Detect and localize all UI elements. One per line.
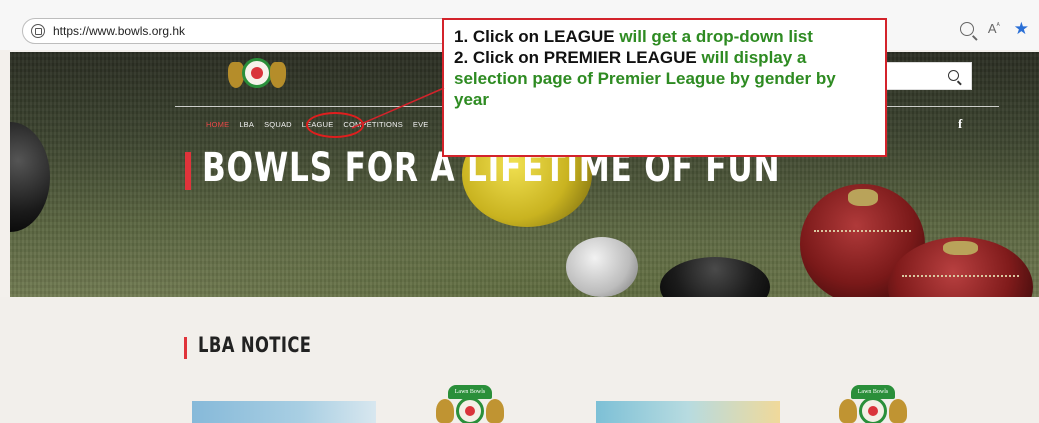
jack-white	[566, 237, 638, 297]
read-aloud-label: A	[987, 21, 997, 36]
nav-home[interactable]: HOME	[206, 120, 229, 129]
instruction-step-2: 2. Click on PREMIER LEAGUE will display …	[454, 48, 836, 109]
page: https://www.bowls.org.hk Aᴬ ★ HOME LBA S…	[0, 0, 1039, 423]
nav-squad[interactable]: SQUAD	[264, 120, 292, 129]
search-icon[interactable]	[948, 70, 959, 81]
instruction-step-1: 1. Click on LEAGUE will get a drop-down …	[454, 27, 813, 46]
notice-card-1[interactable]	[192, 401, 376, 423]
star-icon[interactable]: ★	[1014, 20, 1029, 37]
logo-text: Lawn Bowls	[448, 385, 492, 399]
notice-card-2-logo[interactable]: Lawn Bowls	[430, 385, 510, 423]
address-bar-actions: Aᴬ ★	[959, 20, 1029, 37]
notice-accent-bar	[184, 337, 187, 359]
nav-lba[interactable]: LBA	[239, 120, 254, 129]
logo-text: Lawn Bowls	[851, 385, 895, 399]
notice-card-3[interactable]	[596, 401, 780, 423]
notice-card-4-logo[interactable]: Lawn Bowls	[833, 385, 913, 423]
hero-accent-bar	[185, 152, 191, 190]
facebook-icon[interactable]: f	[958, 116, 962, 132]
zoom-icon[interactable]	[959, 21, 974, 36]
search-input[interactable]	[882, 62, 972, 90]
league-highlight-circle	[306, 112, 364, 138]
read-aloud-icon[interactable]: Aᴬ	[988, 21, 1000, 36]
site-info-icon[interactable]	[31, 24, 45, 38]
notice-title: LBA NOTICE	[198, 333, 312, 357]
notice-section: LBA NOTICE Lawn Bowls Lawn Bowls	[0, 297, 1039, 423]
instruction-callout: 1. Click on LEAGUE will get a drop-down …	[442, 18, 887, 157]
nav-events[interactable]: EVE	[413, 120, 429, 129]
site-logo[interactable]	[226, 54, 286, 98]
url-text[interactable]: https://www.bowls.org.hk	[53, 24, 185, 38]
